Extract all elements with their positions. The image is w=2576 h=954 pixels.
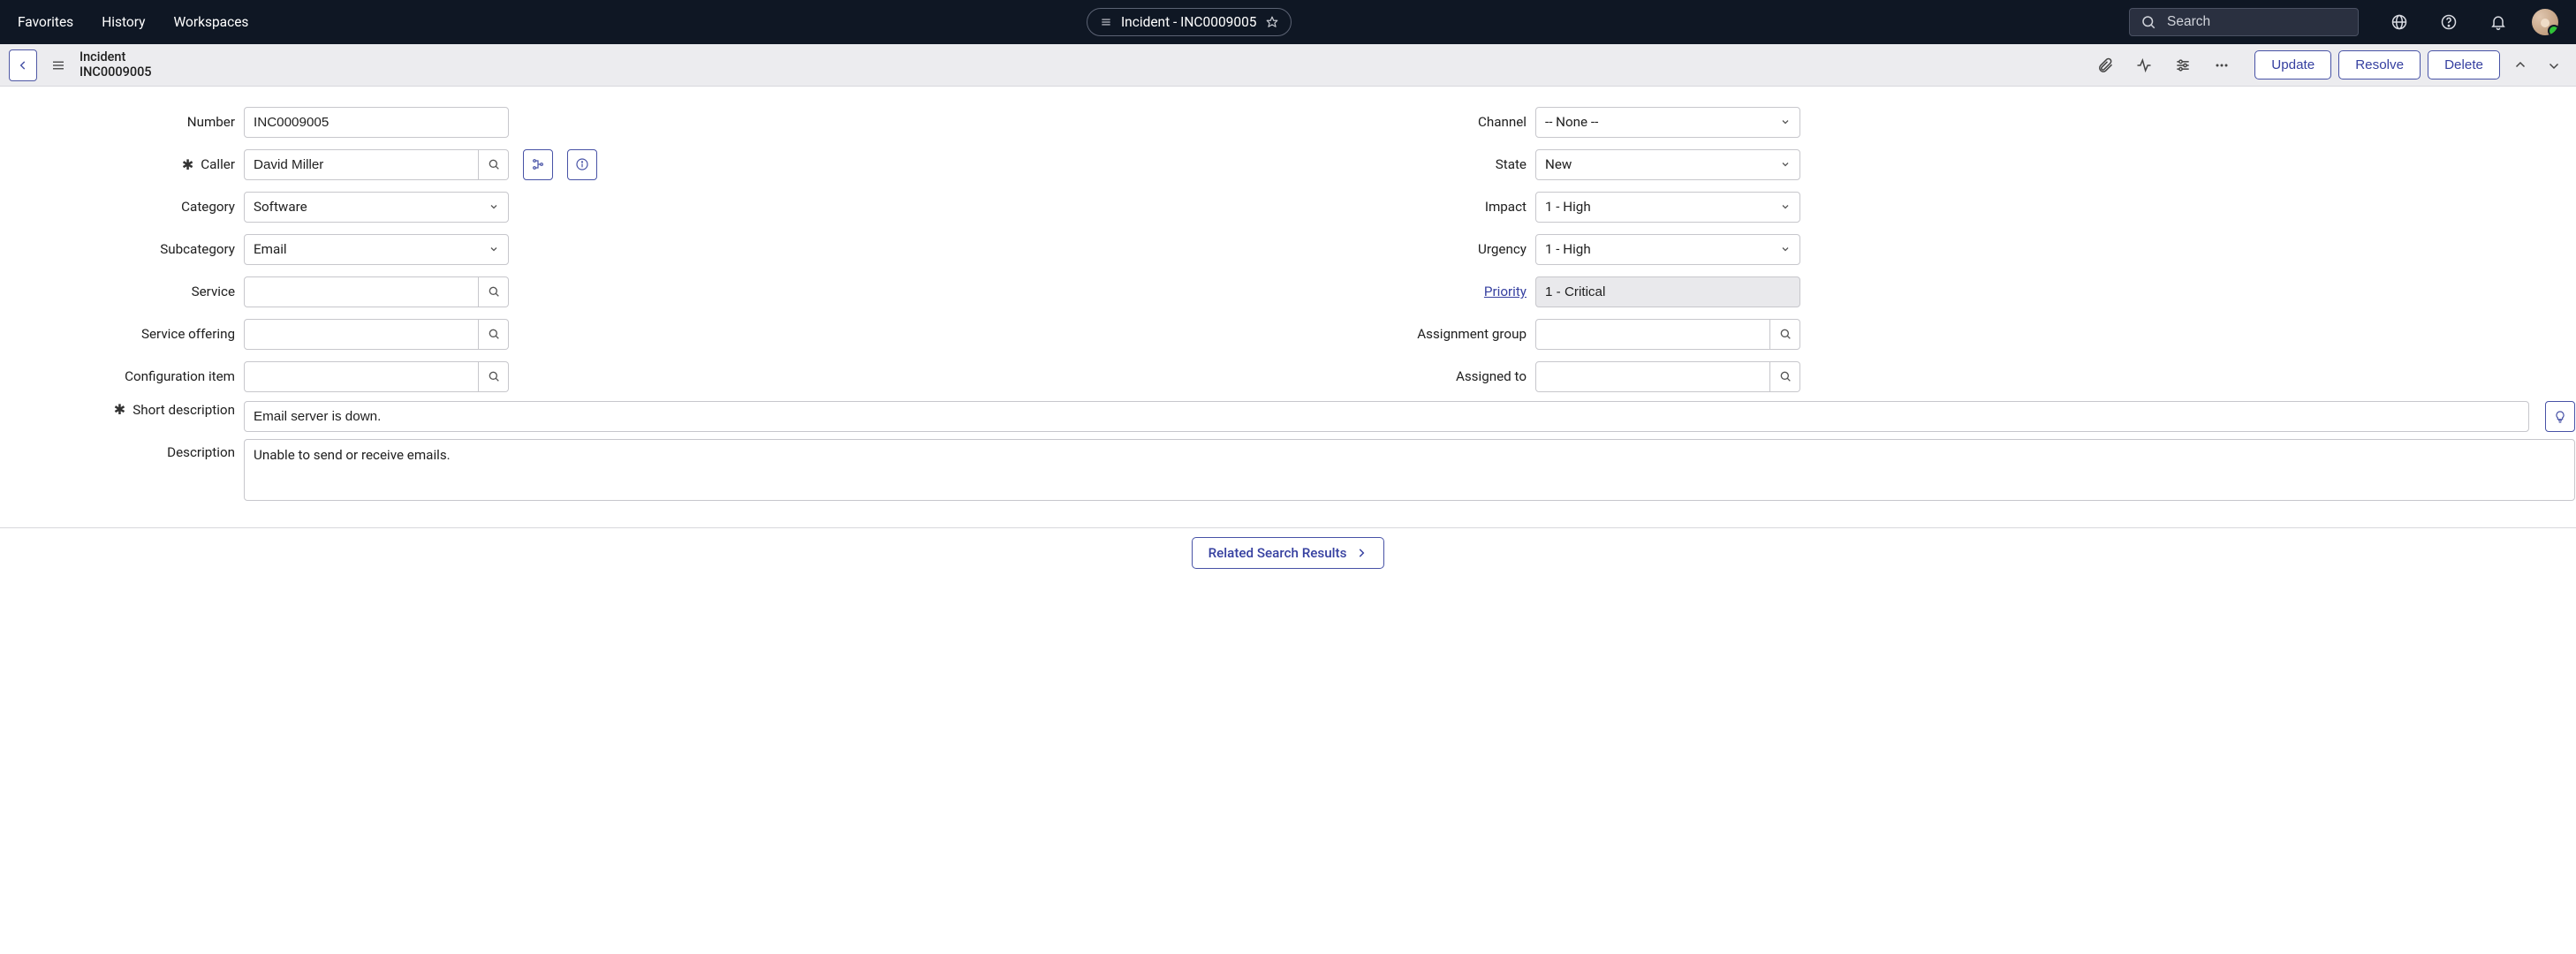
chevron-down-icon: [1780, 159, 1791, 170]
breadcrumb-type: Incident: [80, 50, 152, 65]
category-select[interactable]: Software: [244, 192, 509, 223]
label-short-description-text: Short description: [133, 402, 235, 418]
related-search-button[interactable]: Related Search Results: [1192, 537, 1385, 569]
bottom-bar: Related Search Results: [0, 527, 2576, 578]
label-caller: ✱ Caller: [1, 156, 235, 173]
caller-field[interactable]: [244, 149, 479, 180]
urgency-select[interactable]: 1 - High: [1535, 234, 1800, 265]
chevron-down-icon: [1780, 201, 1791, 212]
configuration-item-lookup-button[interactable]: [479, 361, 509, 392]
delete-button[interactable]: Delete: [2428, 50, 2500, 80]
label-number: Number: [1, 114, 235, 130]
search-icon: [2140, 14, 2156, 30]
required-icon: ✱: [182, 156, 193, 173]
short-description-field[interactable]: [244, 401, 2529, 432]
prev-record-button[interactable]: [2507, 52, 2534, 79]
assigned-to-field[interactable]: [1535, 361, 1770, 392]
label-impact: Impact: [1292, 199, 1527, 215]
title-pill-text: Incident - INC0009005: [1121, 14, 1257, 30]
suggest-button[interactable]: [2545, 401, 2575, 432]
category-value: Software: [254, 199, 307, 215]
subcategory-value: Email: [254, 241, 287, 257]
assignment-group-lookup-button[interactable]: [1770, 319, 1800, 350]
label-short-description: ✱ Short description: [1, 401, 235, 418]
title-pill[interactable]: Incident - INC0009005: [1087, 8, 1292, 36]
label-assignment-group: Assignment group: [1292, 326, 1527, 342]
label-description: Description: [1, 439, 235, 460]
chevron-right-icon: [1355, 547, 1368, 559]
nav-workspaces[interactable]: Workspaces: [174, 14, 249, 30]
more-icon[interactable]: [2210, 54, 2233, 77]
state-select[interactable]: New: [1535, 149, 1800, 180]
description-field[interactable]: Unable to send or receive emails.: [244, 439, 2575, 501]
resolve-button[interactable]: Resolve: [2338, 50, 2421, 80]
star-icon[interactable]: [1266, 16, 1278, 28]
toggle-sidebar-button[interactable]: [46, 57, 71, 73]
chevron-down-icon: [489, 244, 499, 254]
required-icon: ✱: [114, 401, 125, 418]
channel-value: -- None --: [1545, 114, 1598, 130]
subcategory-select[interactable]: Email: [244, 234, 509, 265]
form-header-bar: Incident INC0009005 Update Resolve Delet…: [0, 44, 2576, 87]
label-category: Category: [1, 199, 235, 215]
label-caller-text: Caller: [201, 156, 235, 172]
label-assigned-to: Assigned to: [1292, 368, 1527, 384]
label-channel: Channel: [1292, 114, 1527, 130]
list-icon: [1100, 16, 1112, 28]
next-record-button[interactable]: [2541, 52, 2567, 79]
chevron-down-icon: [1780, 117, 1791, 127]
caller-lookup-button[interactable]: [479, 149, 509, 180]
attachment-icon[interactable]: [2094, 54, 2117, 77]
label-configuration-item: Configuration item: [1, 368, 235, 384]
global-topbar: Favorites History Workspaces Incident - …: [0, 0, 2576, 44]
global-search[interactable]: [2129, 8, 2359, 36]
incident-form: Number ✱ Caller: [0, 87, 2576, 527]
assigned-to-lookup-button[interactable]: [1770, 361, 1800, 392]
avatar[interactable]: [2532, 9, 2558, 35]
related-search-label: Related Search Results: [1208, 545, 1347, 561]
label-urgency: Urgency: [1292, 241, 1527, 257]
activity-icon[interactable]: [2133, 54, 2156, 77]
service-offering-lookup-button[interactable]: [479, 319, 509, 350]
breadcrumb-id: INC0009005: [80, 65, 152, 80]
form-right-column: Channel -- None -- State New Impact 1 - …: [1292, 104, 2575, 394]
form-toolbar-icons: [2094, 54, 2233, 77]
nav-favorites[interactable]: Favorites: [18, 14, 73, 30]
caller-tree-button[interactable]: [523, 149, 553, 180]
label-priority[interactable]: Priority: [1292, 284, 1527, 299]
label-service-offering: Service offering: [1, 326, 235, 342]
form-left-column: Number ✱ Caller: [1, 104, 1284, 394]
topbar-right-icons: [2383, 6, 2558, 38]
configuration-item-field[interactable]: [244, 361, 479, 392]
service-field[interactable]: [244, 276, 479, 307]
channel-select[interactable]: -- None --: [1535, 107, 1800, 138]
help-icon[interactable]: [2433, 6, 2465, 38]
label-state: State: [1292, 156, 1527, 172]
impact-value: 1 - High: [1545, 199, 1591, 215]
topbar-nav: Favorites History Workspaces: [18, 14, 248, 30]
priority-field: [1535, 276, 1800, 307]
update-button[interactable]: Update: [2254, 50, 2331, 80]
assignment-group-field[interactable]: [1535, 319, 1770, 350]
back-button[interactable]: [9, 49, 37, 81]
breadcrumb: Incident INC0009005: [80, 50, 152, 80]
chevron-down-icon: [1780, 244, 1791, 254]
service-offering-field[interactable]: [244, 319, 479, 350]
state-value: New: [1545, 156, 1572, 172]
label-service: Service: [1, 284, 235, 299]
label-subcategory: Subcategory: [1, 241, 235, 257]
service-lookup-button[interactable]: [479, 276, 509, 307]
globe-icon[interactable]: [2383, 6, 2415, 38]
caller-info-button[interactable]: [567, 149, 597, 180]
impact-select[interactable]: 1 - High: [1535, 192, 1800, 223]
nav-history[interactable]: History: [102, 14, 145, 30]
urgency-value: 1 - High: [1545, 241, 1591, 257]
global-search-input[interactable]: [2167, 14, 2347, 30]
settings-sliders-icon[interactable]: [2171, 54, 2194, 77]
number-field[interactable]: [244, 107, 509, 138]
chevron-down-icon: [489, 201, 499, 212]
bell-icon[interactable]: [2482, 6, 2514, 38]
